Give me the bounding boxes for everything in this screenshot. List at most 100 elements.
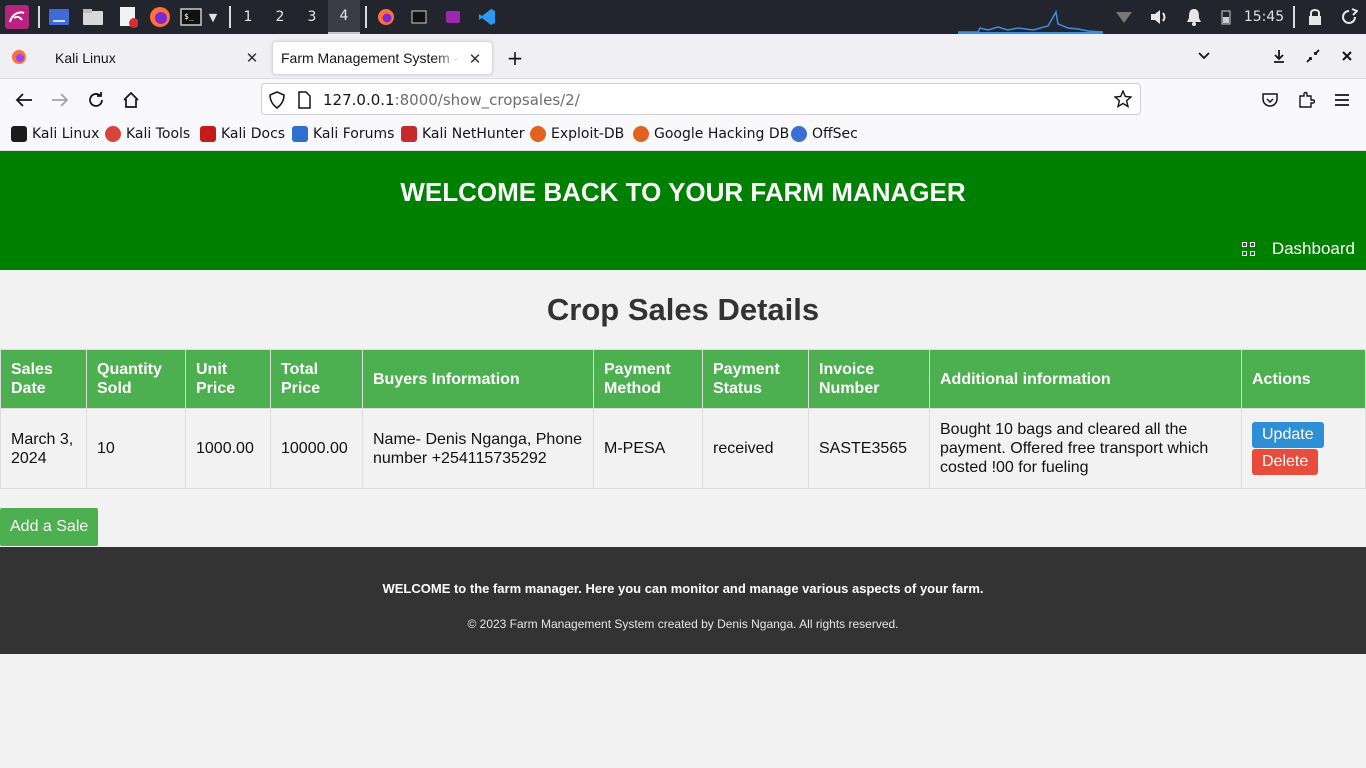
bookmark-label: Exploit-DB [551,126,625,142]
new-tab-button[interactable]: + [505,46,525,70]
extensions-icon[interactable] [1293,87,1319,113]
add-sale-button[interactable]: Add a Sale [0,508,99,546]
delete-button[interactable]: Delete [1252,449,1319,475]
home-icon[interactable] [118,87,144,113]
terminal-window-icon[interactable] [407,0,431,34]
cell-invoice: SASTE3565 [808,408,930,489]
page-info-icon[interactable] [297,91,313,109]
footer-copyright: © 2023 Farm Management System created by… [467,617,899,631]
col-actions: Actions [1241,349,1366,409]
bookmark-google-hacking-db[interactable]: Google Hacking DB [633,126,789,142]
dashboard-grid-icon [1241,242,1256,256]
site-title: WELCOME BACK TO YOUR FARM MANAGER [400,177,966,207]
close-window-icon[interactable] [1340,49,1356,65]
workspace-3[interactable]: 3 [296,0,328,34]
bookmark-label: Kali Forums [313,126,395,142]
footer-welcome: WELCOME to the farm manager. Here you ca… [382,581,984,596]
url-text[interactable]: 127.0.0.1:8000/show_cropsales/2/ [323,91,580,109]
url-path: :8000/show_cropsales/2/ [394,91,580,109]
workspace-4[interactable]: 4 [328,0,360,34]
workspace-2[interactable]: 2 [264,0,296,34]
bookmark-label: Kali NetHunter [422,126,525,142]
close-icon[interactable]: ✕ [243,49,261,67]
cell-quantity: 10 [86,408,186,489]
download-icon[interactable] [1272,49,1288,65]
pocket-icon[interactable] [1257,87,1283,113]
bookmarks-toolbar: Kali Linux Kali Tools Kali Docs Kali For… [0,121,1366,151]
tab-kali-linux[interactable]: Kali Linux ✕ [43,41,269,75]
cell-additional: Bought 10 bags and cleared all the payme… [929,408,1242,489]
bookmark-exploit-db[interactable]: Exploit-DB [530,126,624,142]
bookmark-kali-forums[interactable]: Kali Forums [292,126,394,142]
system-panel: $_ ▼ 1 2 3 4 15:45 [0,0,1366,34]
col-invoice-number: Invoice Number [808,349,930,409]
col-unit-price: Unit Price [185,349,271,409]
dashboard-link[interactable]: Dashboard [1241,239,1355,259]
kali-tools-icon [105,126,121,142]
terminal-launcher-icon[interactable]: $_ [179,0,203,34]
workspace-1[interactable]: 1 [232,0,264,34]
hamburger-menu-icon[interactable] [1329,87,1355,113]
table-row: March 3, 2024 10 1000.00 10000.00 Name- … [0,408,1366,489]
vscode-window-icon[interactable] [475,0,499,34]
show-desktop-icon[interactable] [47,0,71,34]
cpu-graph [958,9,1104,34]
col-total-price: Total Price [270,349,363,409]
dashboard-label: Dashboard [1271,239,1355,258]
lock-icon[interactable] [1305,0,1325,34]
firefox-window-icon[interactable] [374,0,398,34]
address-bar[interactable]: 127.0.0.1:8000/show_cropsales/2/ [261,83,1141,115]
chevron-down-icon[interactable]: ▼ [205,0,221,34]
close-icon[interactable]: ✕ [466,50,484,68]
kali-icon [11,126,27,142]
col-quantity-sold: Quantity Sold [86,349,186,409]
bookmark-kali-tools[interactable]: Kali Tools [105,126,190,142]
tab-title: Kali Linux [55,50,116,66]
notifications-icon[interactable] [1184,0,1204,34]
network-icon[interactable] [1114,0,1134,34]
tab-farm-management[interactable]: Farm Management System - ✕ [272,41,493,75]
table-header-row: Sales Date Quantity Sold Unit Price Tota… [0,349,1366,409]
list-tabs-icon[interactable] [1196,48,1216,66]
site-footer: WELCOME to the farm manager. Here you ca… [0,547,1366,654]
col-additional-information: Additional information [929,349,1242,409]
firefox-launcher-icon[interactable] [148,0,172,34]
reload-icon[interactable] [83,87,109,113]
kali-menu-icon[interactable] [4,0,30,34]
cell-buyer: Name- Denis Nganga, Phone number +254115… [362,408,594,489]
kali-forums-icon [292,126,308,142]
navigation-toolbar: 127.0.0.1:8000/show_cropsales/2/ [0,79,1366,121]
logout-icon[interactable] [1338,0,1360,34]
ghdb-icon [633,126,649,142]
bookmark-kali-docs[interactable]: Kali Docs [200,126,285,142]
update-button[interactable]: Update [1252,422,1324,448]
tab-title: Farm Management System - [281,50,459,66]
col-sales-date: Sales Date [0,349,87,409]
url-host: 127.0.0.1 [323,91,395,109]
volume-icon[interactable] [1149,0,1169,34]
cell-actions: Update Delete [1241,408,1366,489]
battery-icon [1218,0,1234,34]
bookmark-star-icon[interactable] [1113,89,1134,110]
cell-sales-date: March 3, 2024 [0,408,87,489]
tracking-protection-icon[interactable] [269,91,287,109]
restore-window-icon[interactable] [1306,49,1322,65]
bookmark-kali-linux[interactable]: Kali Linux [11,126,99,142]
col-payment-status: Payment Status [702,349,809,409]
firefox-view-icon[interactable] [11,49,29,67]
crop-sales-table: Sales Date Quantity Sold Unit Price Tota… [0,349,1366,489]
text-editor-icon[interactable] [116,0,140,34]
forward-arrow-icon[interactable] [47,87,73,113]
file-manager-icon[interactable] [81,0,105,34]
nethunter-icon [401,126,417,142]
bookmark-label: Kali Linux [32,126,100,142]
app-window-icon[interactable] [441,0,465,34]
page-title: Crop Sales Details [546,292,820,327]
bookmark-label: Kali Docs [221,126,286,142]
bookmark-kali-nethunter[interactable]: Kali NetHunter [401,126,524,142]
bookmark-offsec[interactable]: OffSec [791,126,858,142]
back-arrow-icon[interactable] [11,87,37,113]
bookmark-label: Google Hacking DB [654,126,790,142]
kali-docs-icon [200,126,216,142]
clock[interactable]: 15:45 [1240,0,1288,34]
